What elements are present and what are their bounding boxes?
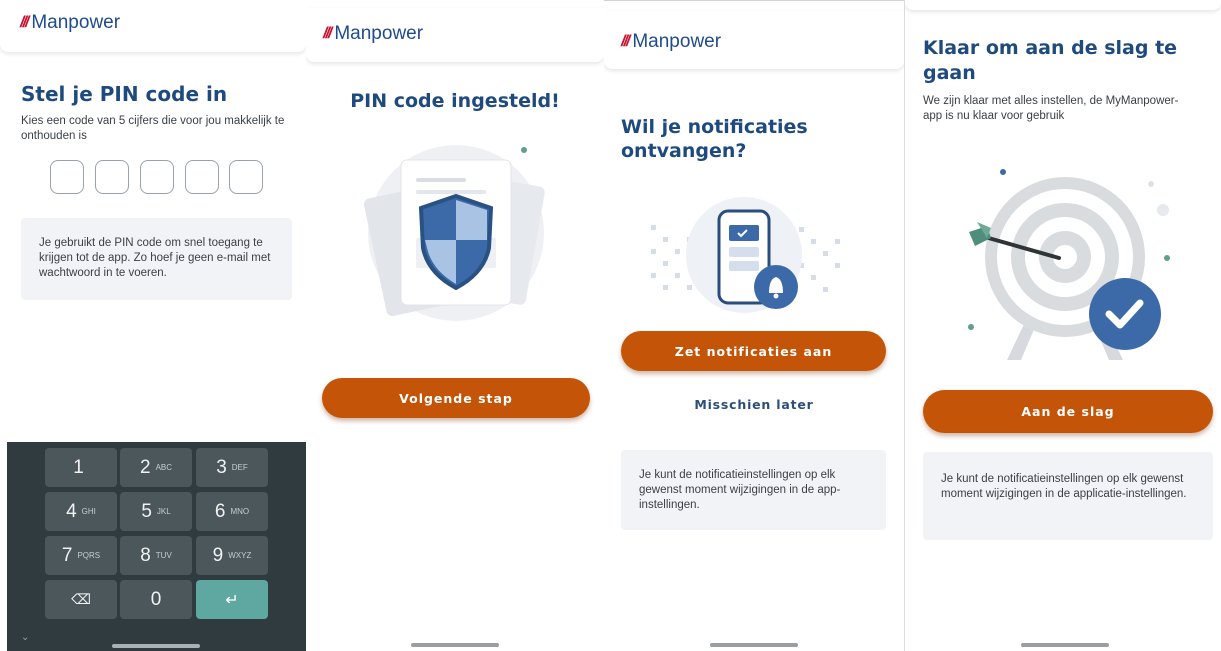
keyboard-collapse-icon[interactable]: ⌄ [21,632,29,643]
header [905,0,1221,10]
pin-info-box: Je gebruikt de PIN code om snel toegang … [21,218,292,300]
ready-info-text: Je kunt de notificatieinstellingen op el… [941,473,1187,500]
target-illustration [968,169,1170,360]
maybe-later-link[interactable]: Misschien later [604,397,904,412]
home-indicator [1021,643,1109,647]
home-indicator [710,643,798,647]
notifications-info-box: Je kunt de notificatieinstellingen op el… [621,450,886,530]
pin-digit-3[interactable] [140,160,174,194]
backspace-icon: ⌫ [71,591,91,607]
header: /// Manpower [306,8,604,62]
shield-illustration [363,145,545,321]
manpower-logo: /// Manpower [323,23,423,45]
notifications-info-text: Je kunt de notificatieinstellingen op el… [639,469,841,511]
page-subtitle: Kies een code van 5 cijfers die voor jou… [21,115,285,142]
page-title: Wil je notificaties ontvangen? [621,116,808,162]
logo-mark: /// [323,25,332,42]
key-6[interactable]: 6 MNO [196,492,268,531]
screen-pin-confirmed: /// Manpower PIN code ingesteld! Volgend… [306,0,604,651]
logo-text: Manpower [31,12,121,33]
home-indicator [112,644,200,648]
home-indicator [411,643,499,647]
pin-digit-2[interactable] [95,160,129,194]
screen-pin-setup: /// Manpower Stel je PIN code in Kies ee… [0,0,306,651]
logo-text: Manpower [632,31,722,52]
enter-key[interactable]: ↵ [196,580,268,619]
header: /// Manpower [604,11,904,69]
enter-icon: ↵ [225,591,239,609]
backspace-key[interactable]: ⌫ [45,580,117,619]
key-2[interactable]: 2 ABC [120,448,192,487]
page-subtitle: We zijn klaar met alles instellen, de My… [923,95,1179,122]
key-3[interactable]: 3 DEF [196,448,268,487]
manpower-logo: /// Manpower [20,12,120,34]
pin-info-text: Je gebruikt de PIN code om snel toegang … [39,237,271,279]
screen-notifications: /// Manpower Wil je notificaties ontvang… [604,0,904,651]
pin-digit-1[interactable] [50,160,84,194]
logo-mark: /// [20,14,29,31]
next-step-button[interactable]: Volgende stap [322,378,590,418]
page-title: Klaar om aan de slag te gaan [923,37,1178,84]
key-5[interactable]: 5 JKL [120,492,192,531]
get-started-button[interactable]: Aan de slag [923,390,1213,433]
pin-digit-4[interactable] [185,160,219,194]
key-7[interactable]: 7 PQRS [45,536,117,575]
key-4[interactable]: 4 GHI [45,492,117,531]
logo-text: Manpower [334,23,424,44]
key-8[interactable]: 8 TUV [120,536,192,575]
phone-bell-illustration [651,197,840,313]
header: /// Manpower [0,0,306,52]
enable-notifications-button[interactable]: Zet notificaties aan [621,331,886,371]
key-9[interactable]: 9 WXYZ [196,536,268,575]
pin-digit-5[interactable] [229,160,263,194]
numeric-keypad: 1 2 ABC 3 DEF 4 GHI 5 JKL 6 MNO 7 PQRS 8 TUV 9W… [7,442,306,651]
screen-ready: Klaar om aan de slag te gaan We zijn kla… [904,0,1221,651]
page-title: Stel je PIN code in [21,82,228,106]
key-0[interactable]: 0 [120,580,192,619]
page-title: PIN code ingesteld! [350,90,560,112]
logo-mark: /// [621,33,630,50]
ready-info-box: Je kunt de notificatieinstellingen op el… [923,452,1213,540]
key-1[interactable]: 1 [45,448,117,487]
manpower-logo: /// Manpower [621,31,721,53]
